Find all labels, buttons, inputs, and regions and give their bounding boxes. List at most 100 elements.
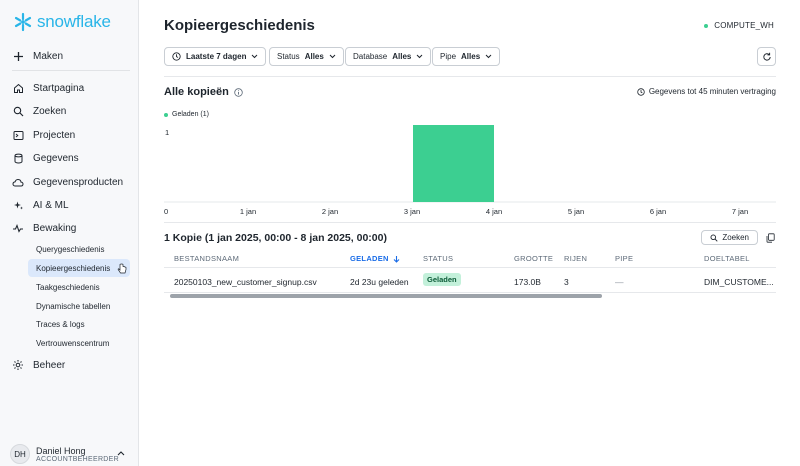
sub-item-task-history[interactable]: Taakgeschiedenis <box>28 278 108 296</box>
cursor-pointer-icon <box>117 263 127 274</box>
chevron-down-icon <box>329 54 336 59</box>
column-header-target-table[interactable]: DOELTABEL <box>704 254 750 263</box>
sub-item-copy-history[interactable]: Kopieergeschiedenis <box>28 259 130 277</box>
sidebar: snowflake Maken Startpagina Zoeken Proje… <box>0 0 139 466</box>
copy-button[interactable] <box>764 232 776 244</box>
status-badge: Geladen <box>423 273 461 286</box>
search-button[interactable]: Zoeken <box>701 230 758 245</box>
activity-icon <box>12 222 24 234</box>
x-tick-label: 3 jan <box>404 207 420 216</box>
x-tick-label: 1 jan <box>240 207 256 216</box>
chart-title: Alle kopieën <box>164 86 229 98</box>
horizontal-scrollbar[interactable] <box>170 294 602 298</box>
column-header-filename[interactable]: BESTANDSNAAM <box>174 254 239 263</box>
pipe-filter[interactable]: Pipe Alles <box>432 47 501 66</box>
column-label: GELADEN <box>350 254 389 263</box>
database-filter[interactable]: Database Alles <box>345 47 432 66</box>
x-tick-label: 7 jan <box>732 207 748 216</box>
user-name: Daniel Hong <box>36 445 86 456</box>
sub-item-label: Querygeschiedenis <box>36 244 105 254</box>
pipe-filter-value: Alles <box>461 52 481 61</box>
pipe-filter-label: Pipe <box>440 52 457 61</box>
user-menu[interactable]: DH Daniel Hong ACCOUNTBEHEERDER <box>10 444 119 464</box>
logo[interactable]: snowflake <box>13 12 111 32</box>
column-label: DOELTABEL <box>704 254 750 263</box>
sidebar-item-label: Startpagina <box>33 82 85 94</box>
page-title: Kopieergeschiedenis <box>164 17 315 34</box>
copy-icon <box>766 233 775 243</box>
column-header-size[interactable]: GROOTTE <box>514 254 553 263</box>
status-filter-value: Alles <box>304 52 324 61</box>
cell-target-table: DIM_CUSTOME... <box>704 277 774 287</box>
x-tick-label: 4 jan <box>486 207 502 216</box>
sidebar-item-label: Beheer <box>33 359 66 371</box>
sub-item-label: Dynamische tabellen <box>36 301 111 311</box>
warehouse-selector[interactable]: COMPUTE_WH <box>704 21 774 30</box>
snowflake-logo-icon <box>14 12 32 32</box>
table-header-divider <box>164 267 776 268</box>
bar <box>413 125 494 202</box>
chevron-down-icon <box>485 54 492 59</box>
chevron-up-icon[interactable] <box>117 450 125 456</box>
plus-icon <box>12 50 24 62</box>
chart-divider <box>164 222 776 223</box>
sidebar-item-admin[interactable]: Beheer <box>12 354 130 376</box>
sidebar-item-label: Projecten <box>33 129 76 141</box>
delay-note-text: Gegevens tot 45 minuten vertraging <box>648 87 776 96</box>
main-content: Kopieergeschiedenis COMPUTE_WH Laatste 7… <box>140 0 800 466</box>
arrow-down-icon <box>393 255 400 263</box>
column-label: GROOTTE <box>514 254 554 263</box>
chart-section-title: Alle kopieën <box>164 86 243 98</box>
legend-swatch <box>164 112 168 117</box>
refresh-button[interactable] <box>757 47 776 66</box>
column-label: RIJEN <box>564 254 588 263</box>
sidebar-item-search[interactable]: Zoeken <box>12 100 130 122</box>
y-tick-label: 1 <box>165 128 169 137</box>
user-role: ACCOUNTBEHEERDER <box>36 455 119 463</box>
sidebar-item-projects[interactable]: Projecten <box>12 124 130 146</box>
cell-size: 173.0B <box>514 277 541 287</box>
info-icon[interactable] <box>234 87 243 97</box>
time-range-filter[interactable]: Laatste 7 dagen <box>164 47 267 66</box>
column-header-rows[interactable]: RIJEN <box>564 254 587 263</box>
sidebar-item-ai-ml[interactable]: AI & ML <box>12 194 130 216</box>
sub-item-query-history[interactable]: Querygeschiedenis <box>28 240 112 258</box>
sub-item-label: Taakgeschiedenis <box>36 282 100 292</box>
time-range-value: Laatste 7 dagen <box>186 52 247 61</box>
database-icon <box>12 152 24 164</box>
sidebar-item-data-products[interactable]: Gegevensproducten <box>12 171 130 193</box>
column-label: PIPE <box>615 254 634 263</box>
gear-icon <box>12 359 24 371</box>
terminal-icon <box>12 129 24 141</box>
header-divider <box>164 76 776 77</box>
cell-rows: 3 <box>564 277 569 287</box>
create-button[interactable]: Maken <box>12 45 130 67</box>
refresh-icon <box>762 52 771 61</box>
column-header-pipe[interactable]: PIPE <box>615 254 633 263</box>
sidebar-item-label: Gegevens <box>33 152 79 164</box>
status-filter[interactable]: Status Alles <box>269 47 344 66</box>
x-tick-label: 5 jan <box>568 207 584 216</box>
x-tick-label: 6 jan <box>650 207 666 216</box>
sidebar-item-label: Bewaking <box>33 222 77 234</box>
status-dot-icon <box>704 23 709 28</box>
sub-item-label: Vertrouwenscentrum <box>36 338 110 348</box>
x-tick-label: 0 <box>164 207 168 216</box>
column-header-loaded[interactable]: GELADEN <box>350 254 400 263</box>
sub-item-label: Kopieergeschiedenis <box>36 263 111 273</box>
cell-status: Geladen <box>423 273 461 286</box>
sidebar-item-label: Zoeken <box>33 105 67 117</box>
sub-item-traces-logs[interactable]: Traces & logs <box>28 315 93 333</box>
sidebar-item-monitoring[interactable]: Bewaking <box>12 217 130 239</box>
copies-chart: 1 0 1 jan 2 jan 3 jan 4 jan 5 jan 6 jan 7 jan <box>164 125 776 216</box>
warehouse-name: COMPUTE_WH <box>714 21 774 30</box>
sidebar-item-data[interactable]: Gegevens <box>12 147 130 169</box>
chevron-down-icon <box>417 54 423 59</box>
sidebar-divider <box>12 70 130 71</box>
sidebar-item-home[interactable]: Startpagina <box>12 77 130 99</box>
sub-item-trust-center[interactable]: Vertrouwenscentrum <box>28 334 117 352</box>
cell-loaded: 2d 23u geleden <box>350 277 409 287</box>
column-header-status[interactable]: STATUS <box>423 254 453 263</box>
sub-item-dynamic-tables[interactable]: Dynamische tabellen <box>28 297 118 315</box>
column-label: BESTANDSNAAM <box>174 254 240 263</box>
